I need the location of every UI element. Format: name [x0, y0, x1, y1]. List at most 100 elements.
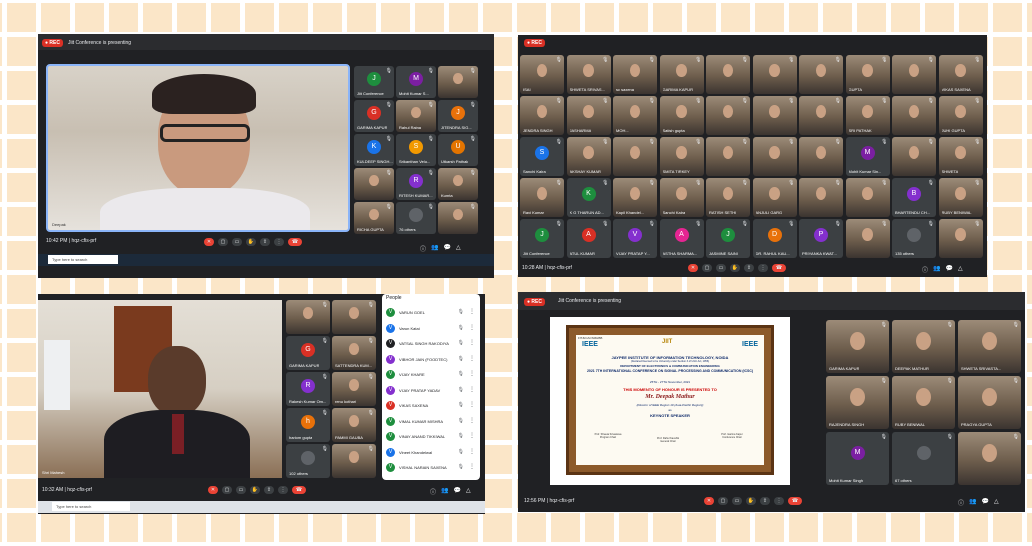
- more-vert-icon[interactable]: ⋮: [469, 463, 475, 470]
- participant-tile[interactable]: 🎙: [799, 137, 843, 176]
- participant-tile[interactable]: J 🎙 Jiit Conference: [520, 219, 564, 258]
- mic-off-button[interactable]: ✕: [688, 264, 698, 272]
- participant-tile[interactable]: J 🎙 Jiit Conference: [354, 66, 394, 98]
- more-vert-icon[interactable]: ⋮: [469, 386, 475, 393]
- more-vert-icon[interactable]: ⋮: [469, 324, 475, 331]
- participant-tile[interactable]: 🎙 76 others: [396, 202, 436, 234]
- participant-tile[interactable]: 🎙: [799, 178, 843, 217]
- participant-tile[interactable]: 🎙 67 others: [892, 432, 955, 485]
- participant-tile[interactable]: 🎙: [799, 55, 843, 94]
- participant-tile[interactable]: D 🎙 DR. RAHUL KAU...: [752, 219, 797, 258]
- participant-tile[interactable]: 🎙 MOH...: [613, 96, 657, 135]
- people-list-item[interactable]: V Varun Katai 🎙 ⋮: [384, 322, 478, 336]
- people-list-item[interactable]: V VIKAS SAXENA 🎙 ⋮: [384, 399, 478, 413]
- raise-hand-button[interactable]: ✋: [246, 238, 256, 246]
- participant-tile[interactable]: 🎙: [332, 300, 376, 334]
- activities-icon[interactable]: △: [466, 487, 471, 496]
- participant-tile[interactable]: 🎙: [752, 96, 797, 135]
- people-list-item[interactable]: V VIMAL KUMAR MISHRA 🎙 ⋮: [384, 415, 478, 429]
- participant-tile[interactable]: J 🎙 JASMINE SAINI: [706, 219, 750, 258]
- camera-button[interactable]: ▢: [222, 486, 232, 494]
- participant-tile[interactable]: 🎙 102 others: [286, 444, 330, 478]
- people-list-item[interactable]: V VINAY ANAND TIKKIWAL 🎙 ⋮: [384, 430, 478, 444]
- participant-tile[interactable]: 🎙: [706, 96, 750, 135]
- taskbar-search[interactable]: Type here to search: [48, 255, 118, 264]
- participant-tile[interactable]: 🎙: [892, 96, 936, 135]
- participant-tile[interactable]: 🎙 GARIMA KAPUR: [826, 320, 889, 373]
- participant-tile[interactable]: 🎙 AKSHAY KUMAR: [566, 137, 611, 176]
- more-vert-icon[interactable]: ⋮: [469, 432, 475, 439]
- mic-off-button[interactable]: ✕: [204, 238, 214, 246]
- mic-off-button[interactable]: ✕: [208, 486, 218, 494]
- more-options-button[interactable]: ⋮: [758, 264, 768, 272]
- participant-tile[interactable]: 🎙 RUBY BENIWAL: [938, 178, 983, 217]
- camera-button[interactable]: ▢: [702, 264, 712, 272]
- participant-tile[interactable]: 🎙: [752, 55, 797, 94]
- participant-tile[interactable]: 🎙 sc saxena: [613, 55, 657, 94]
- people-icon[interactable]: 👥: [969, 498, 976, 507]
- participant-tile[interactable]: 🎙: [706, 55, 750, 94]
- more-vert-icon[interactable]: ⋮: [469, 417, 475, 424]
- participant-tile[interactable]: B 🎙 BHARTENDU CH...: [892, 178, 936, 217]
- participant-tile[interactable]: 🎙: [332, 444, 376, 478]
- activities-icon[interactable]: △: [994, 498, 999, 507]
- participant-tile[interactable]: 🎙 JUHI GUPTA: [938, 96, 983, 135]
- participant-tile[interactable]: 🎙 RAJENDRA SINGH: [826, 376, 889, 429]
- participant-tile[interactable]: A 🎙 ASTHA SHARMA...: [659, 219, 704, 258]
- more-vert-icon[interactable]: ⋮: [469, 355, 475, 362]
- participant-tile[interactable]: 🎙 Satish gupta: [659, 96, 704, 135]
- participant-tile[interactable]: 🎙 SHWETA: [938, 137, 983, 176]
- participant-tile[interactable]: 🎙: [613, 137, 657, 176]
- captions-button[interactable]: ▭: [716, 264, 726, 272]
- people-list-item[interactable]: V Vineet Khandelwal 🎙 ⋮: [384, 446, 478, 460]
- info-icon[interactable]: ⓘ: [958, 498, 964, 507]
- participant-tile[interactable]: 🎙 Sanchi Kalra: [659, 178, 704, 217]
- leave-call-button[interactable]: ☎: [288, 238, 302, 246]
- leave-call-button[interactable]: ☎: [772, 264, 786, 272]
- participant-tile[interactable]: 🎙 135 others: [892, 219, 936, 258]
- participant-tile[interactable]: 🎙 GARIMA KAPUR: [659, 55, 704, 94]
- present-button[interactable]: ⇪: [744, 264, 754, 272]
- participant-tile[interactable]: 🎙 ISAI: [520, 55, 564, 94]
- participant-tile[interactable]: S 🎙 Sanchi Kalra: [520, 137, 564, 176]
- people-list-item[interactable]: V VATSAL SINGH RAKODIYA 🎙 ⋮: [384, 337, 478, 351]
- more-vert-icon[interactable]: ⋮: [469, 370, 475, 377]
- people-list-item[interactable]: V VARUN GOEL 🎙 ⋮: [384, 306, 478, 320]
- more-vert-icon[interactable]: ⋮: [469, 339, 475, 346]
- activities-icon[interactable]: △: [456, 244, 461, 253]
- participant-tile[interactable]: 🎙 PRAGYA GUPTA: [958, 376, 1021, 429]
- participant-tile[interactable]: 🎙 RATISH SETHI: [706, 178, 750, 217]
- participant-tile[interactable]: 🎙: [752, 137, 797, 176]
- participant-tile[interactable]: 🎙 GUPTA: [845, 55, 890, 94]
- captions-button[interactable]: ▭: [732, 497, 742, 505]
- people-icon[interactable]: 👥: [933, 265, 940, 274]
- participant-tile[interactable]: M 🎙 Mohit Kumar Sin...: [845, 137, 890, 176]
- chat-icon[interactable]: 💬: [444, 244, 451, 253]
- participant-tile[interactable]: J 🎙 JITENDRA SIG...: [438, 100, 478, 132]
- present-button[interactable]: ⇪: [760, 497, 770, 505]
- present-button[interactable]: ⇪: [260, 238, 270, 246]
- participant-tile[interactable]: 🎙 SHWETA SRIVAS...: [566, 55, 611, 94]
- participant-tile[interactable]: 🎙 SRI PATHAK: [845, 96, 890, 135]
- people-list-item[interactable]: V VISHAL NARAIN SAXENA 🎙 ⋮: [384, 461, 478, 475]
- participant-tile[interactable]: 🎙 Ravi Kumar: [520, 178, 564, 217]
- more-vert-icon[interactable]: ⋮: [469, 308, 475, 315]
- participant-tile[interactable]: K 🎙 K G THARUN AD...: [566, 178, 611, 217]
- participant-tile[interactable]: 🎙: [438, 66, 478, 98]
- more-vert-icon[interactable]: ⋮: [469, 448, 475, 455]
- participant-tile[interactable]: V 🎙 VIJAY PRATAP Y...: [613, 219, 657, 258]
- chat-icon[interactable]: 💬: [946, 265, 953, 274]
- people-list-item[interactable]: V VIBHOR JAIN (FOODTEC) 🎙 ⋮: [384, 353, 478, 367]
- participant-tile[interactable]: 🎙: [892, 137, 936, 176]
- chat-icon[interactable]: 💬: [982, 498, 989, 507]
- captions-button[interactable]: ▭: [232, 238, 242, 246]
- participant-tile[interactable]: 🎙 PAMMI GAUBA: [332, 408, 376, 442]
- participant-tile[interactable]: 🎙 SMITA TIRKEY: [659, 137, 704, 176]
- participant-tile[interactable]: U 🎙 Utkarsh Pathak: [438, 134, 478, 166]
- more-options-button[interactable]: ⋮: [774, 497, 784, 505]
- camera-button[interactable]: ▢: [718, 497, 728, 505]
- participant-tile[interactable]: 🎙: [938, 219, 983, 258]
- participant-tile[interactable]: K 🎙 KULDEEP SINGH...: [354, 134, 394, 166]
- people-list-item[interactable]: V VIJAY PRATAP YADAV 🎙 ⋮: [384, 384, 478, 398]
- participant-tile[interactable]: 🎙: [438, 202, 478, 234]
